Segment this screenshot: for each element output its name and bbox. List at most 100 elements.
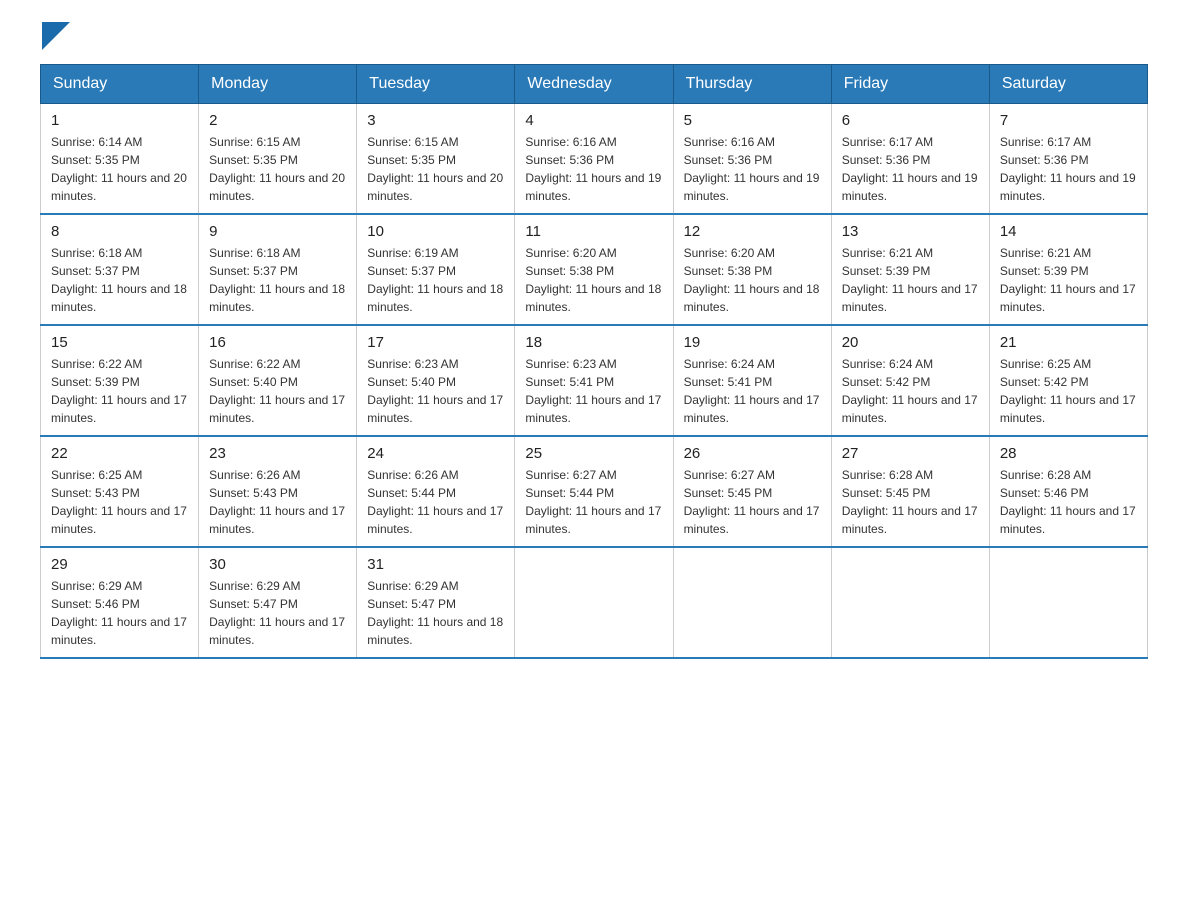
day-info: Sunrise: 6:14 AMSunset: 5:35 PMDaylight:…	[51, 135, 187, 203]
calendar-cell: 22 Sunrise: 6:25 AMSunset: 5:43 PMDaylig…	[41, 436, 199, 547]
day-number: 27	[842, 445, 979, 462]
calendar-cell: 24 Sunrise: 6:26 AMSunset: 5:44 PMDaylig…	[357, 436, 515, 547]
day-info: Sunrise: 6:29 AMSunset: 5:47 PMDaylight:…	[367, 579, 503, 647]
day-number: 18	[525, 334, 662, 351]
day-number: 29	[51, 556, 188, 573]
day-info: Sunrise: 6:24 AMSunset: 5:42 PMDaylight:…	[842, 357, 978, 425]
day-number: 9	[209, 223, 346, 240]
day-header-saturday: Saturday	[989, 65, 1147, 104]
calendar-cell: 6 Sunrise: 6:17 AMSunset: 5:36 PMDayligh…	[831, 104, 989, 215]
calendar-cell: 8 Sunrise: 6:18 AMSunset: 5:37 PMDayligh…	[41, 214, 199, 325]
day-number: 7	[1000, 112, 1137, 129]
day-header-thursday: Thursday	[673, 65, 831, 104]
calendar-cell: 21 Sunrise: 6:25 AMSunset: 5:42 PMDaylig…	[989, 325, 1147, 436]
calendar-week-1: 1 Sunrise: 6:14 AMSunset: 5:35 PMDayligh…	[41, 104, 1148, 215]
calendar-cell: 14 Sunrise: 6:21 AMSunset: 5:39 PMDaylig…	[989, 214, 1147, 325]
calendar-week-3: 15 Sunrise: 6:22 AMSunset: 5:39 PMDaylig…	[41, 325, 1148, 436]
day-info: Sunrise: 6:28 AMSunset: 5:46 PMDaylight:…	[1000, 468, 1136, 536]
day-header-monday: Monday	[199, 65, 357, 104]
day-info: Sunrise: 6:18 AMSunset: 5:37 PMDaylight:…	[51, 246, 187, 314]
calendar-header: SundayMondayTuesdayWednesdayThursdayFrid…	[41, 65, 1148, 104]
calendar-cell: 31 Sunrise: 6:29 AMSunset: 5:47 PMDaylig…	[357, 547, 515, 658]
day-number: 5	[684, 112, 821, 129]
day-number: 20	[842, 334, 979, 351]
calendar-cell: 26 Sunrise: 6:27 AMSunset: 5:45 PMDaylig…	[673, 436, 831, 547]
day-header-row: SundayMondayTuesdayWednesdayThursdayFrid…	[41, 65, 1148, 104]
calendar-cell: 18 Sunrise: 6:23 AMSunset: 5:41 PMDaylig…	[515, 325, 673, 436]
day-number: 4	[525, 112, 662, 129]
calendar-cell: 28 Sunrise: 6:28 AMSunset: 5:46 PMDaylig…	[989, 436, 1147, 547]
day-number: 21	[1000, 334, 1137, 351]
day-info: Sunrise: 6:23 AMSunset: 5:41 PMDaylight:…	[525, 357, 661, 425]
day-number: 2	[209, 112, 346, 129]
calendar-body: 1 Sunrise: 6:14 AMSunset: 5:35 PMDayligh…	[41, 104, 1148, 659]
day-number: 8	[51, 223, 188, 240]
day-number: 31	[367, 556, 504, 573]
day-info: Sunrise: 6:27 AMSunset: 5:45 PMDaylight:…	[684, 468, 820, 536]
day-info: Sunrise: 6:21 AMSunset: 5:39 PMDaylight:…	[1000, 246, 1136, 314]
calendar-cell: 27 Sunrise: 6:28 AMSunset: 5:45 PMDaylig…	[831, 436, 989, 547]
day-info: Sunrise: 6:24 AMSunset: 5:41 PMDaylight:…	[684, 357, 820, 425]
day-number: 19	[684, 334, 821, 351]
calendar-cell: 23 Sunrise: 6:26 AMSunset: 5:43 PMDaylig…	[199, 436, 357, 547]
day-info: Sunrise: 6:15 AMSunset: 5:35 PMDaylight:…	[209, 135, 345, 203]
day-info: Sunrise: 6:26 AMSunset: 5:44 PMDaylight:…	[367, 468, 503, 536]
day-number: 13	[842, 223, 979, 240]
day-info: Sunrise: 6:25 AMSunset: 5:43 PMDaylight:…	[51, 468, 187, 536]
day-info: Sunrise: 6:26 AMSunset: 5:43 PMDaylight:…	[209, 468, 345, 536]
day-number: 26	[684, 445, 821, 462]
calendar-cell: 30 Sunrise: 6:29 AMSunset: 5:47 PMDaylig…	[199, 547, 357, 658]
day-info: Sunrise: 6:22 AMSunset: 5:39 PMDaylight:…	[51, 357, 187, 425]
calendar-cell	[989, 547, 1147, 658]
day-header-wednesday: Wednesday	[515, 65, 673, 104]
calendar-cell: 7 Sunrise: 6:17 AMSunset: 5:36 PMDayligh…	[989, 104, 1147, 215]
day-info: Sunrise: 6:27 AMSunset: 5:44 PMDaylight:…	[525, 468, 661, 536]
day-number: 15	[51, 334, 188, 351]
calendar-table: SundayMondayTuesdayWednesdayThursdayFrid…	[40, 64, 1148, 659]
calendar-cell: 1 Sunrise: 6:14 AMSunset: 5:35 PMDayligh…	[41, 104, 199, 215]
calendar-cell: 17 Sunrise: 6:23 AMSunset: 5:40 PMDaylig…	[357, 325, 515, 436]
page-header	[40, 30, 1148, 54]
day-number: 25	[525, 445, 662, 462]
calendar-cell: 5 Sunrise: 6:16 AMSunset: 5:36 PMDayligh…	[673, 104, 831, 215]
calendar-cell: 3 Sunrise: 6:15 AMSunset: 5:35 PMDayligh…	[357, 104, 515, 215]
day-info: Sunrise: 6:28 AMSunset: 5:45 PMDaylight:…	[842, 468, 978, 536]
calendar-week-2: 8 Sunrise: 6:18 AMSunset: 5:37 PMDayligh…	[41, 214, 1148, 325]
day-info: Sunrise: 6:18 AMSunset: 5:37 PMDaylight:…	[209, 246, 345, 314]
calendar-cell: 13 Sunrise: 6:21 AMSunset: 5:39 PMDaylig…	[831, 214, 989, 325]
calendar-cell: 25 Sunrise: 6:27 AMSunset: 5:44 PMDaylig…	[515, 436, 673, 547]
day-number: 6	[842, 112, 979, 129]
day-number: 11	[525, 223, 662, 240]
day-info: Sunrise: 6:17 AMSunset: 5:36 PMDaylight:…	[1000, 135, 1136, 203]
calendar-cell: 15 Sunrise: 6:22 AMSunset: 5:39 PMDaylig…	[41, 325, 199, 436]
day-info: Sunrise: 6:22 AMSunset: 5:40 PMDaylight:…	[209, 357, 345, 425]
day-info: Sunrise: 6:29 AMSunset: 5:46 PMDaylight:…	[51, 579, 187, 647]
day-info: Sunrise: 6:23 AMSunset: 5:40 PMDaylight:…	[367, 357, 503, 425]
logo	[40, 30, 70, 54]
calendar-cell	[831, 547, 989, 658]
day-number: 24	[367, 445, 504, 462]
calendar-cell: 4 Sunrise: 6:16 AMSunset: 5:36 PMDayligh…	[515, 104, 673, 215]
calendar-cell: 19 Sunrise: 6:24 AMSunset: 5:41 PMDaylig…	[673, 325, 831, 436]
calendar-week-4: 22 Sunrise: 6:25 AMSunset: 5:43 PMDaylig…	[41, 436, 1148, 547]
day-number: 30	[209, 556, 346, 573]
calendar-cell: 20 Sunrise: 6:24 AMSunset: 5:42 PMDaylig…	[831, 325, 989, 436]
day-number: 1	[51, 112, 188, 129]
day-number: 10	[367, 223, 504, 240]
day-header-tuesday: Tuesday	[357, 65, 515, 104]
day-info: Sunrise: 6:20 AMSunset: 5:38 PMDaylight:…	[684, 246, 820, 314]
day-number: 3	[367, 112, 504, 129]
calendar-cell: 2 Sunrise: 6:15 AMSunset: 5:35 PMDayligh…	[199, 104, 357, 215]
calendar-cell: 16 Sunrise: 6:22 AMSunset: 5:40 PMDaylig…	[199, 325, 357, 436]
day-info: Sunrise: 6:17 AMSunset: 5:36 PMDaylight:…	[842, 135, 978, 203]
day-header-sunday: Sunday	[41, 65, 199, 104]
calendar-cell: 11 Sunrise: 6:20 AMSunset: 5:38 PMDaylig…	[515, 214, 673, 325]
day-number: 22	[51, 445, 188, 462]
calendar-cell: 29 Sunrise: 6:29 AMSunset: 5:46 PMDaylig…	[41, 547, 199, 658]
day-info: Sunrise: 6:20 AMSunset: 5:38 PMDaylight:…	[525, 246, 661, 314]
calendar-cell: 10 Sunrise: 6:19 AMSunset: 5:37 PMDaylig…	[357, 214, 515, 325]
day-number: 12	[684, 223, 821, 240]
day-info: Sunrise: 6:16 AMSunset: 5:36 PMDaylight:…	[525, 135, 661, 203]
day-number: 17	[367, 334, 504, 351]
day-header-friday: Friday	[831, 65, 989, 104]
